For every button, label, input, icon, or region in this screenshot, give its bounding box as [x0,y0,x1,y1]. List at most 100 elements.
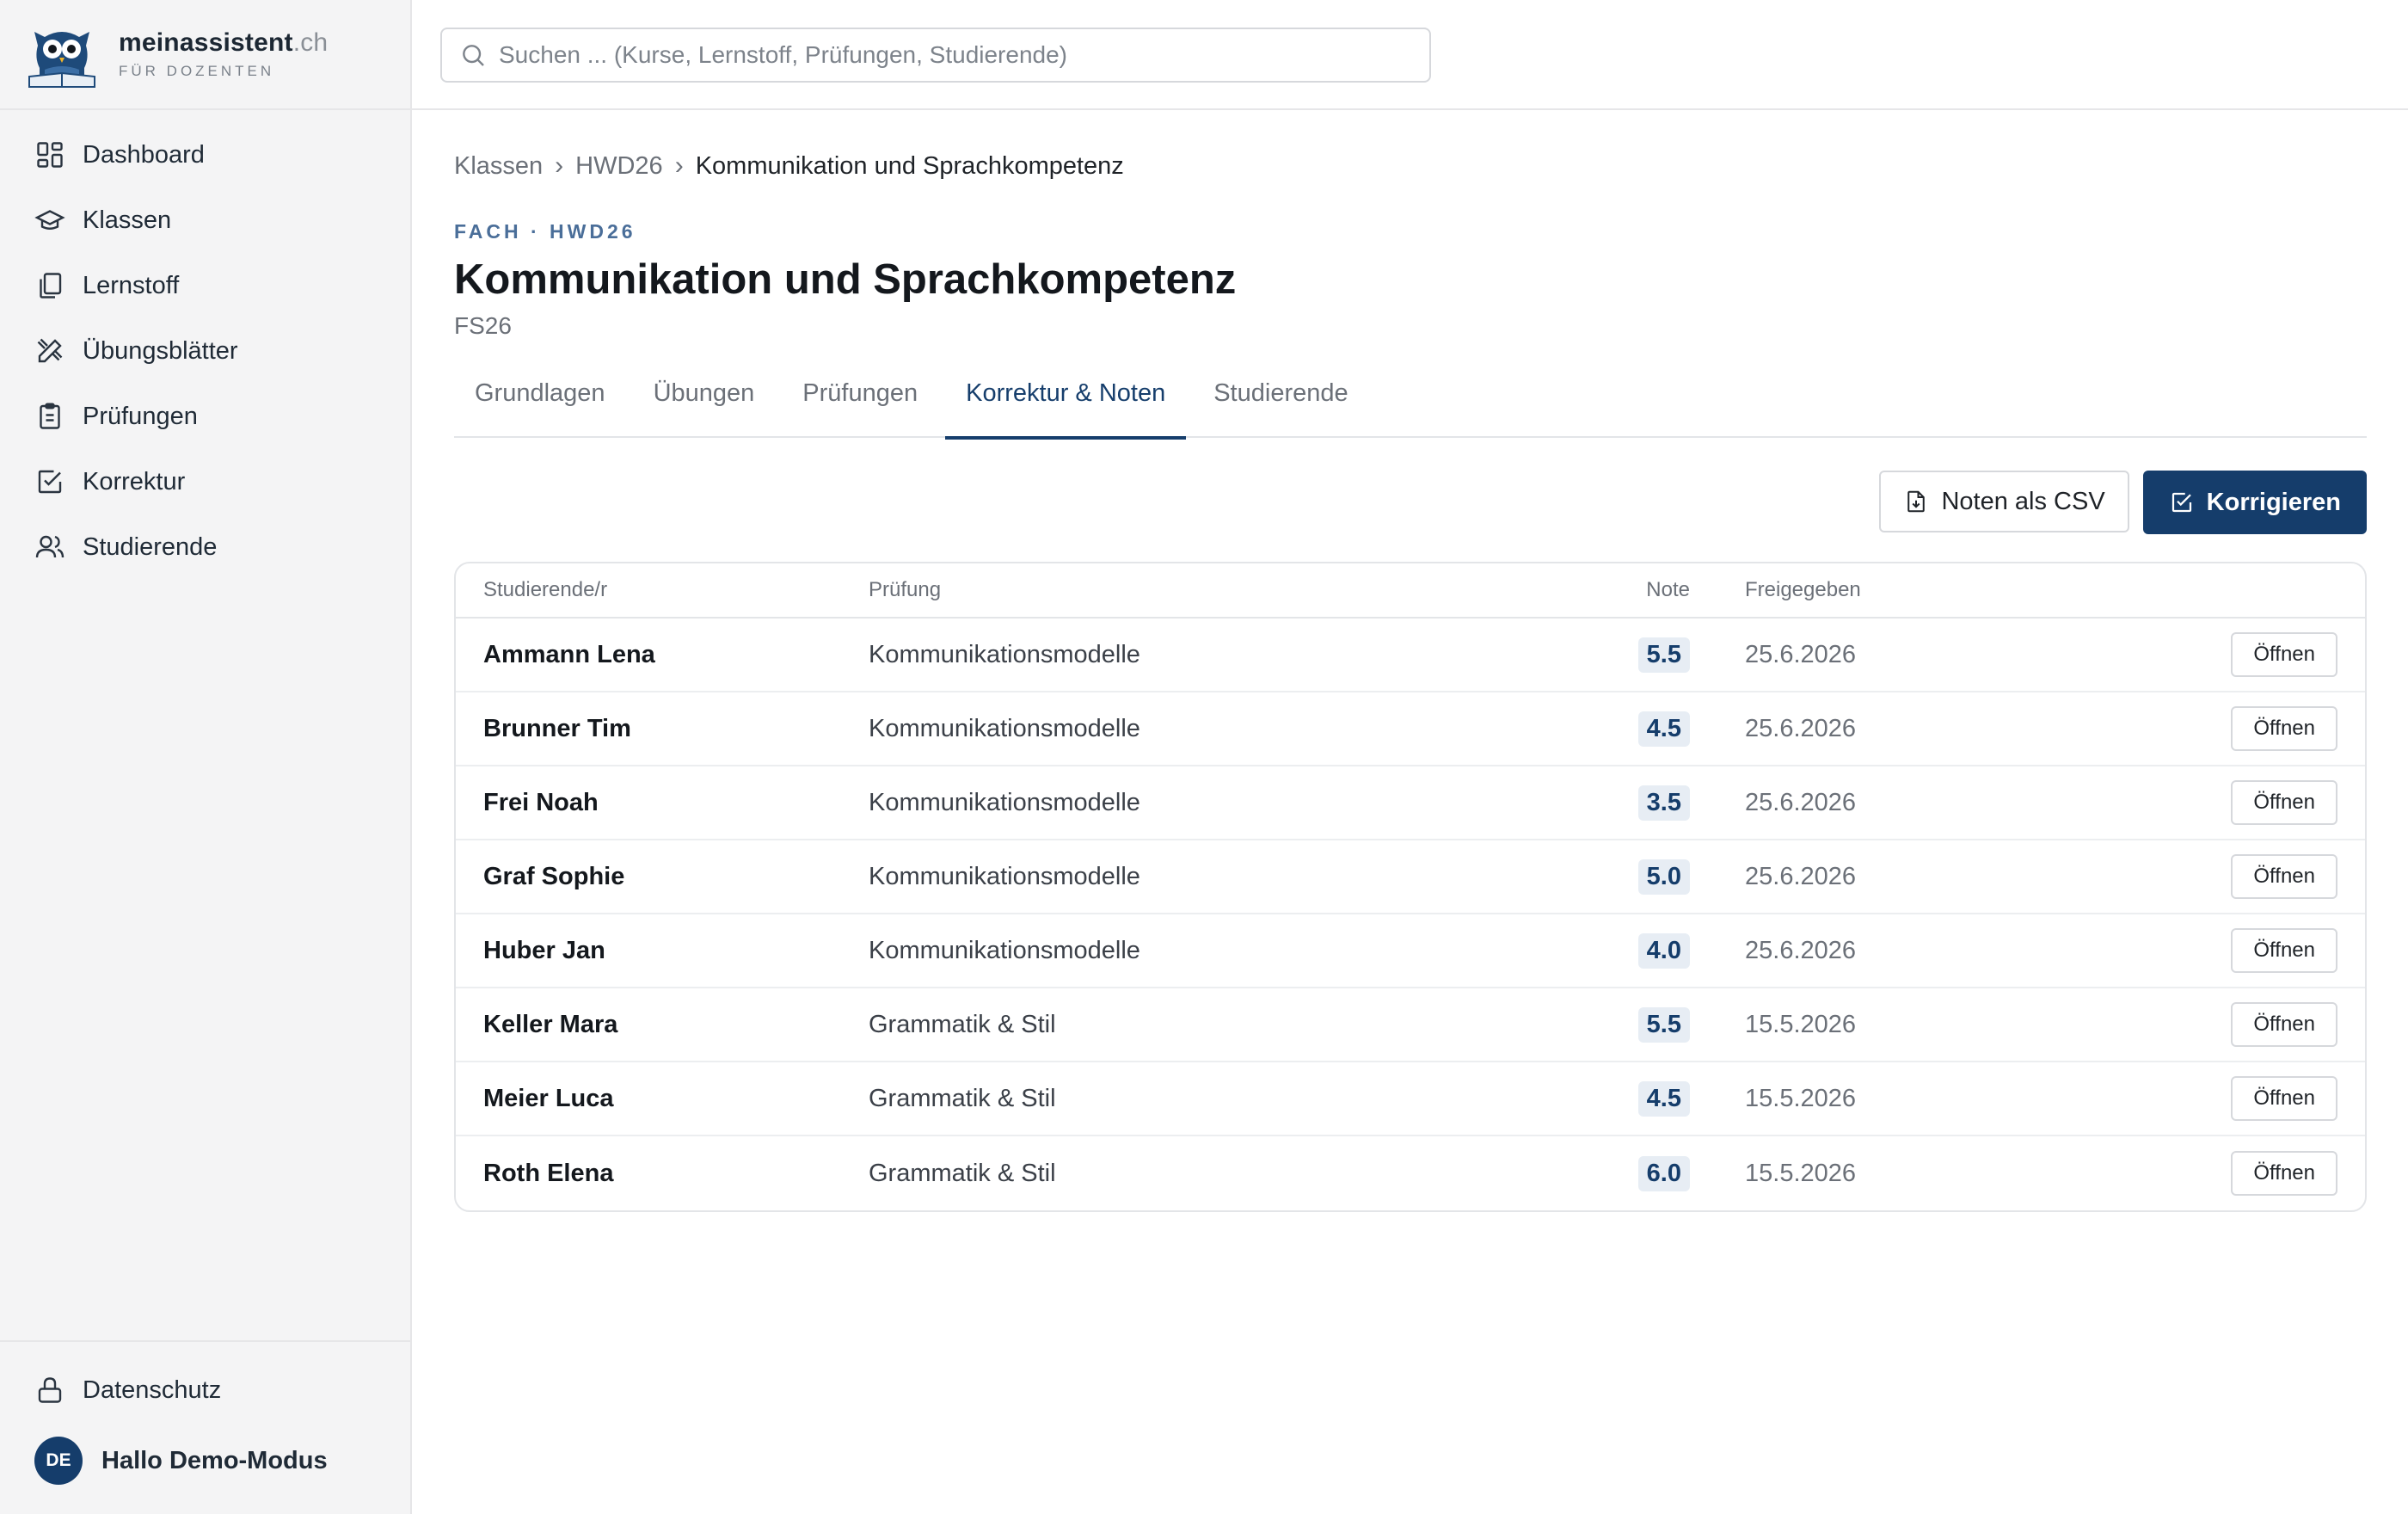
chevron-right-icon: › [674,151,684,180]
open-button[interactable]: Öffnen [2231,780,2337,825]
open-button[interactable]: Öffnen [2231,928,2337,973]
brand[interactable]: meinassistent.ch FÜR DOZENTEN [0,0,410,110]
export-csv-label: Noten als CSV [1941,487,2105,515]
open-button[interactable]: Öffnen [2231,854,2337,899]
sidebar-item-klassen[interactable]: Klassen [0,188,410,253]
sidebar-item-label: Datenschutz [83,1376,222,1404]
row-actions: Öffnen [2034,854,2365,899]
graduation-cap-icon [34,210,65,230]
grade-badge: 5.5 [1637,1006,1690,1043]
table-header: Studierende/r Prüfung Note Freigegeben [456,563,2365,619]
row-actions: Öffnen [2034,928,2365,973]
table-row: Ammann Lena Kommunikationsmodelle 5.5 25.6.… [456,619,2365,692]
released-date: 15.5.2026 [1745,1084,1857,1112]
exam-name: Grammatik & Stil [869,1010,1056,1038]
user-menu[interactable]: DE Hallo Demo-Modus [0,1423,410,1499]
korrigieren-label: Korrigieren [2206,488,2341,516]
sidebar-item-lernstoff[interactable]: Lernstoff [0,253,410,318]
sidebar-footer: Datenschutz DE Hallo Demo-Modus [0,1340,410,1514]
tab-studierende[interactable]: Studierende [1193,379,1368,438]
tab-uebungen[interactable]: Übungen [633,379,776,438]
action-bar: Noten als CSV Korrigieren [454,471,2367,534]
lock-icon [38,1377,62,1403]
exam-name: Kommunikationsmodelle [869,862,1140,890]
grade-badge: 6.0 [1637,1155,1690,1191]
row-actions: Öffnen [2034,632,2365,677]
grade-badge: 4.5 [1637,1080,1690,1117]
row-actions: Öffnen [2034,1002,2365,1047]
breadcrumb: Klassen › HWD26 › Kommunikation und Spra… [454,151,2367,181]
open-button[interactable]: Öffnen [2231,1151,2337,1196]
sidebar-item-studierende[interactable]: Studierende [0,514,410,580]
sidebar-item-uebungsblaetter[interactable]: Übungsblätter [0,318,410,384]
grade-badge: 4.5 [1637,711,1690,747]
table-row: Frei Noah Kommunikationsmodelle 3.5 25.6.20… [456,766,2365,840]
released-date: 25.6.2026 [1745,714,1857,742]
page-eyebrow: FACH · HWD26 [454,220,636,243]
grade-badge: 5.0 [1637,859,1690,895]
released-date: 25.6.2026 [1745,788,1857,816]
open-button[interactable]: Öffnen [2231,1002,2337,1047]
exam-name: Kommunikationsmodelle [869,640,1140,668]
column-header-grade: Note [1646,578,1690,601]
korrigieren-button[interactable]: Korrigieren [2142,471,2367,534]
released-date: 25.6.2026 [1745,640,1857,668]
sidebar-item-label: Prüfungen [83,402,198,430]
page-title: Kommunikation und Sprachkompetenz [454,256,1237,303]
sidebar-item-korrektur[interactable]: Korrektur [0,449,410,514]
table-row: Meier Luca Grammatik & Stil 4.5 15.5.2026 Öf… [456,1062,2365,1136]
tab-pruefungen[interactable]: Prüfungen [782,379,938,438]
sidebar-item-label: Korrektur [83,467,186,495]
grade-cell: 4.5 [1608,711,1690,747]
sidebar-item-label: Studierende [83,532,218,561]
open-button[interactable]: Öffnen [2231,632,2337,677]
exam-name: Kommunikationsmodelle [869,714,1140,742]
released-date: 15.5.2026 [1745,1159,1857,1187]
released-date: 15.5.2026 [1745,1010,1857,1038]
table-row: Keller Mara Grammatik & Stil 5.5 15.5.2026 Ö… [456,988,2365,1062]
breadcrumb-item-current: Kommunikation und Sprachkompetenz [695,151,1124,180]
sidebar-item-datenschutz[interactable]: Datenschutz [0,1357,410,1423]
grade-cell: 4.0 [1608,932,1690,969]
student-name: Keller Mara [483,1010,618,1038]
export-csv-button[interactable]: Noten als CSV [1879,471,2129,532]
search-placeholder: Suchen ... (Kurse, Lernstoff, Prüfungen,… [499,41,1067,68]
table-row: Roth Elena Grammatik & Stil 6.0 15.5.2026 Öf… [456,1136,2365,1210]
exam-name: Grammatik & Stil [869,1084,1056,1112]
grade-cell: 3.5 [1608,785,1690,821]
topbar: Suchen ... (Kurse, Lernstoff, Prüfungen,… [412,0,2408,110]
grade-badge: 4.0 [1637,932,1690,969]
exam-name: Kommunikationsmodelle [869,788,1140,816]
exam-name: Grammatik & Stil [869,1159,1056,1187]
sidebar-item-label: Dashboard [83,140,205,169]
sidebar-item-dashboard[interactable]: Dashboard [0,122,410,188]
sidebar: meinassistent.ch FÜR DOZENTEN Dashboard … [0,0,412,1514]
grade-badge: 3.5 [1637,785,1690,821]
tab-bar: Grundlagen Übungen Prüfungen Korrektur &… [454,379,2367,440]
breadcrumb-item-klassen[interactable]: Klassen [454,152,543,181]
search-input[interactable]: Suchen ... (Kurse, Lernstoff, Prüfungen,… [440,28,1431,83]
avatar: DE [34,1437,83,1485]
row-actions: Öffnen [2034,780,2365,825]
sidebar-item-pruefungen[interactable]: Prüfungen [0,384,410,449]
student-name: Huber Jan [483,936,605,964]
column-header-released: Freigegeben [1745,578,1861,601]
student-name: Brunner Tim [483,714,631,742]
file-download-icon [1907,490,1926,513]
grade-badge: 5.5 [1637,637,1690,673]
open-button[interactable]: Öffnen [2231,1076,2337,1121]
tab-grundlagen[interactable]: Grundlagen [454,379,626,438]
open-button[interactable]: Öffnen [2231,706,2337,751]
grade-cell: 5.5 [1608,637,1690,673]
row-actions: Öffnen [2034,706,2365,751]
student-name: Meier Luca [483,1084,614,1112]
documents-icon [40,273,62,298]
row-actions: Öffnen [2034,1151,2365,1196]
grade-cell: 6.0 [1608,1155,1690,1191]
sidebar-item-label: Klassen [83,206,172,234]
tab-korrektur-noten[interactable]: Korrektur & Noten [945,379,1187,440]
table-row: Huber Jan Kommunikationsmodelle 4.0 25.6.20… [456,914,2365,988]
student-name: Graf Sophie [483,862,625,890]
main-content: Klassen › HWD26 › Kommunikation und Spra… [454,110,2367,1212]
breadcrumb-item-class[interactable]: HWD26 [575,152,663,181]
